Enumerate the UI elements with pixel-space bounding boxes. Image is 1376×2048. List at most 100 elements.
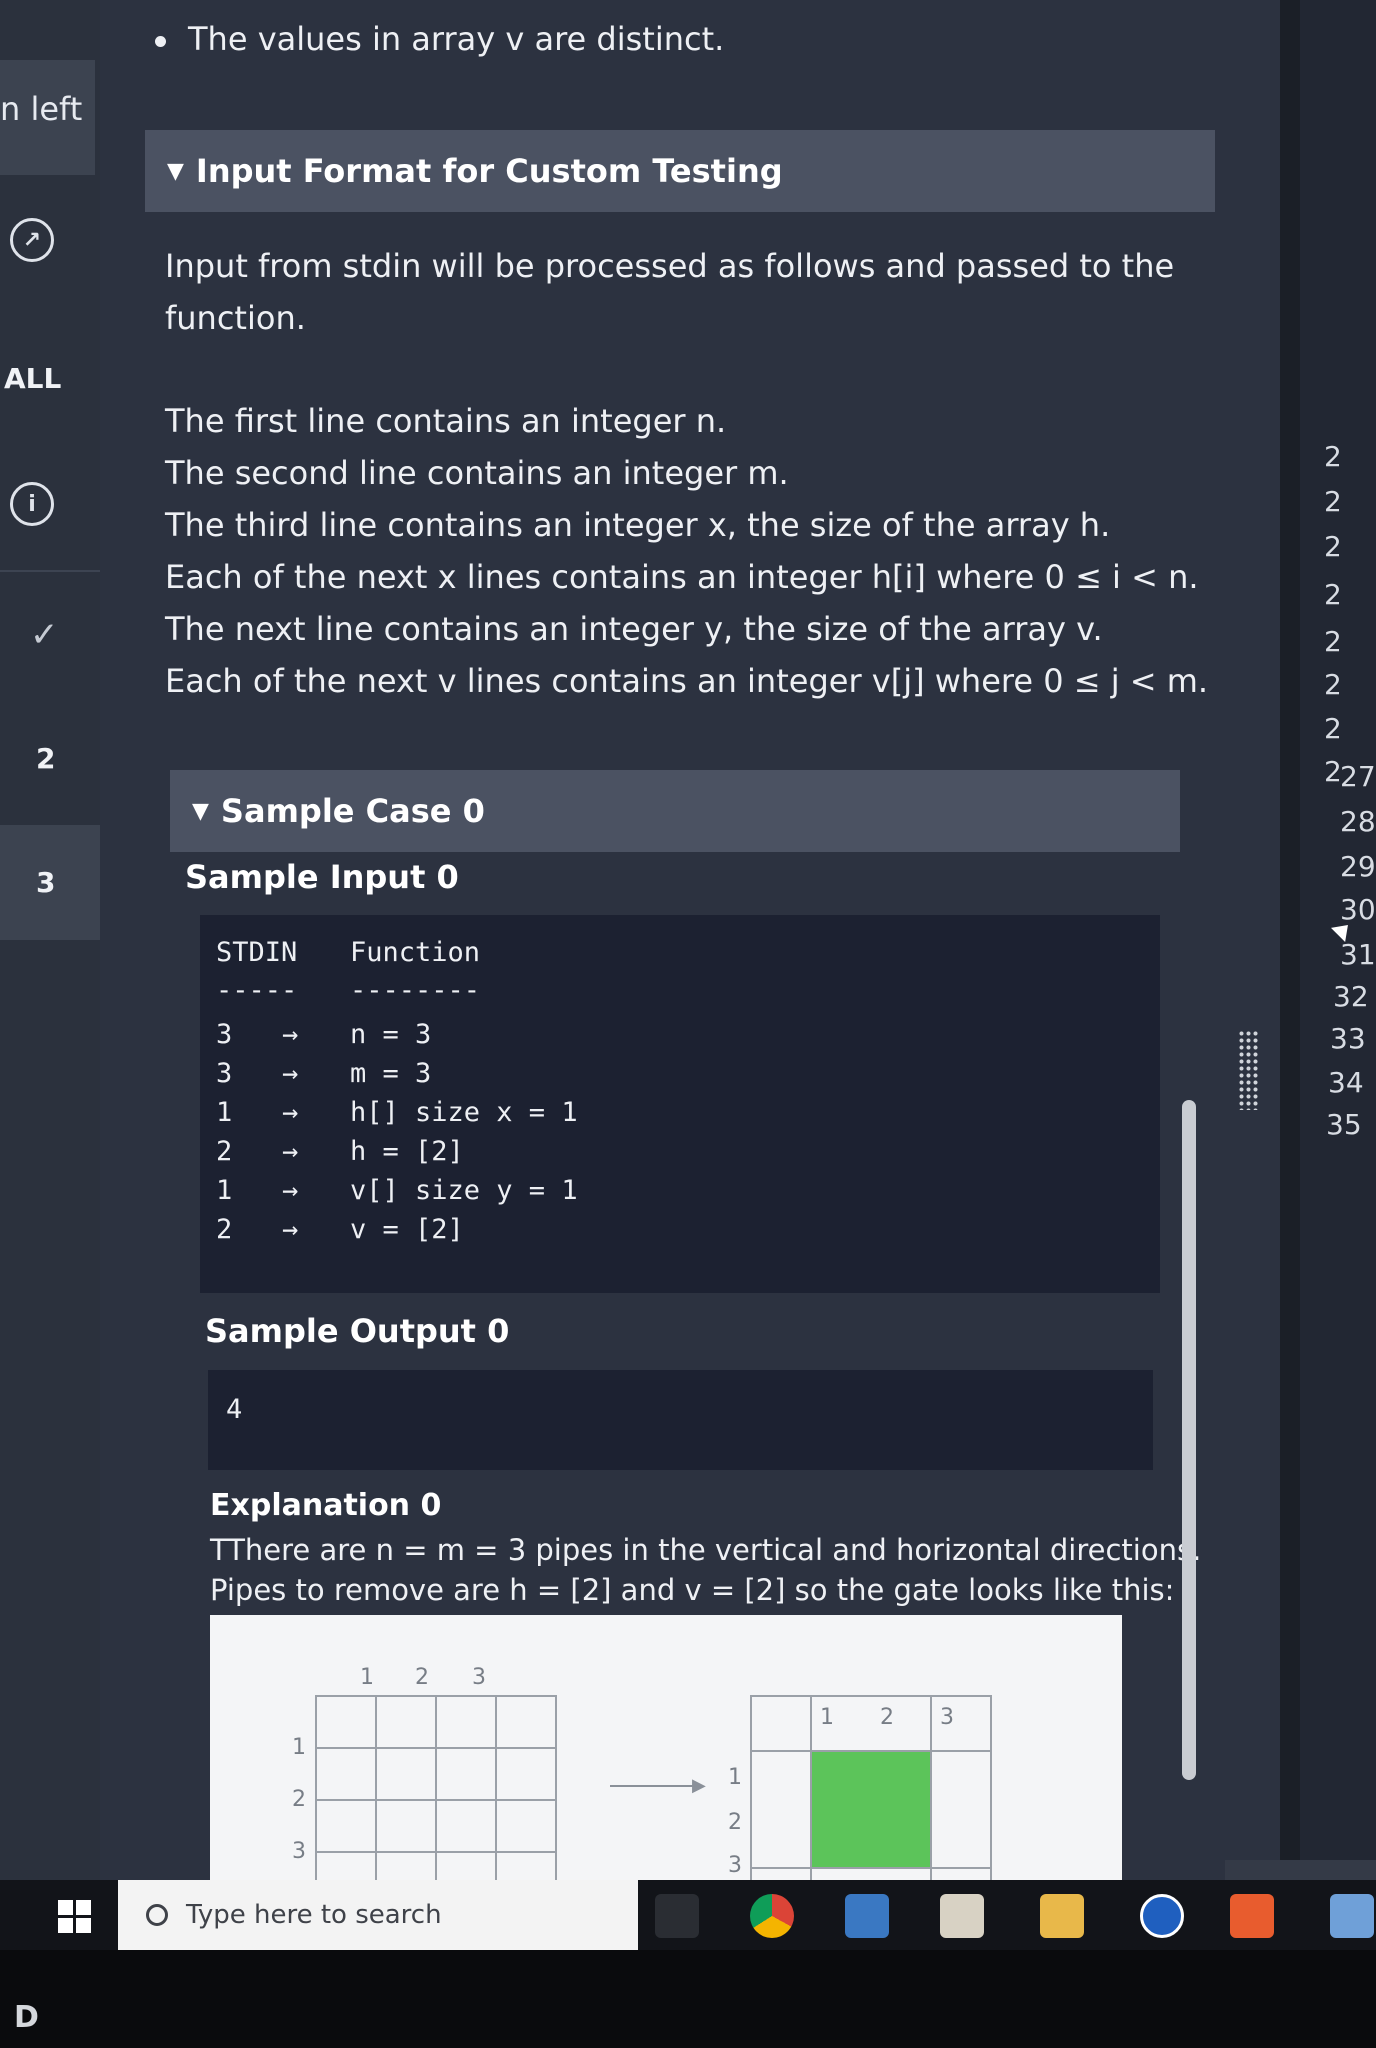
input-line-2: The second line contains an integer m. xyxy=(165,454,789,492)
input-format-header[interactable]: ▼ Input Format for Custom Testing xyxy=(145,130,1215,212)
left-sidebar: n left ↗ ALL i ✓ 2 3 xyxy=(0,0,108,1880)
line-number: 2 xyxy=(1324,530,1342,563)
line-number: 30 xyxy=(1340,893,1376,926)
table-row: 1 → v[] size y = 1 xyxy=(200,1175,1160,1213)
compass-icon[interactable]: ↗ xyxy=(10,218,54,262)
arrow-icon: → xyxy=(282,1019,299,1050)
arrow-icon: → xyxy=(282,1214,299,1245)
checkmark-icon: ✓ xyxy=(30,615,59,655)
grid-label: 2 xyxy=(292,1787,306,1812)
sample-output-code: 4 xyxy=(208,1370,1153,1470)
taskbar-search-input[interactable]: Type here to search xyxy=(118,1880,638,1950)
grid-line xyxy=(555,1695,557,1880)
line-number: 2 xyxy=(1324,625,1342,658)
input-line-5: The next line contains an integer y, the… xyxy=(165,610,1103,648)
table-row: 1 → h[] size x = 1 xyxy=(200,1097,1160,1135)
question-item-2[interactable]: 2 xyxy=(0,742,100,775)
windows-start-icon[interactable] xyxy=(58,1900,92,1934)
stdin-value: 1 xyxy=(216,1097,233,1128)
grid-label: 3 xyxy=(940,1705,954,1730)
function-value: h = [2] xyxy=(350,1136,464,1167)
collapse-triangle-icon: ▼ xyxy=(192,798,209,824)
stdin-value: 2 xyxy=(216,1136,233,1167)
monitor-bezel xyxy=(0,1950,1376,2048)
grid-line xyxy=(495,1695,497,1880)
question-item-3[interactable]: 3 xyxy=(0,866,100,899)
function-header: Function xyxy=(350,937,481,968)
line-number: 2 xyxy=(1324,668,1342,701)
constraint-bullet: The values in array v are distinct. xyxy=(155,20,724,58)
grid-line xyxy=(930,1695,932,1880)
file-explorer-icon[interactable] xyxy=(1040,1894,1084,1938)
grid-label: 1 xyxy=(360,1665,374,1690)
search-icon xyxy=(146,1904,168,1926)
function-value: m = 3 xyxy=(350,1058,432,1089)
table-row: 2 → v = [2] xyxy=(200,1214,1160,1252)
input-line-1: The first line contains an integer n. xyxy=(165,402,727,440)
grid-label: 3 xyxy=(472,1665,486,1690)
chrome-icon[interactable] xyxy=(750,1894,794,1938)
collapse-triangle-icon: ▼ xyxy=(167,158,184,184)
grid-label: 1 xyxy=(820,1705,834,1730)
resize-handle[interactable] xyxy=(1238,1030,1260,1110)
explanation-line-1: TThere are n = m = 3 pipes in the vertic… xyxy=(210,1533,1202,1567)
grid-line xyxy=(990,1695,992,1880)
arrow-icon: → xyxy=(282,1175,299,1206)
problem-scrollbar[interactable] xyxy=(1182,1100,1196,1780)
explanation-heading: Explanation 0 xyxy=(210,1488,442,1523)
grid-label: 3 xyxy=(728,1853,742,1878)
output-value: 4 xyxy=(226,1394,243,1425)
input-line-6: Each of the next v lines contains an int… xyxy=(165,662,1209,700)
store-icon[interactable] xyxy=(1230,1894,1274,1938)
stdin-value: 1 xyxy=(216,1175,233,1206)
function-value: h[] size x = 1 xyxy=(350,1097,578,1128)
line-number: 27 xyxy=(1340,760,1376,793)
stdin-value: 3 xyxy=(216,1019,233,1050)
grid-line xyxy=(375,1695,377,1880)
grid-label: 1 xyxy=(728,1765,742,1790)
stdin-header: STDIN xyxy=(216,937,298,968)
function-value: v[] size y = 1 xyxy=(350,1175,578,1206)
line-number: 28 xyxy=(1340,805,1376,838)
explanation-line-2: Pipes to remove are h = [2] and v = [2] … xyxy=(210,1573,1175,1607)
function-value: n = 3 xyxy=(350,1019,432,1050)
line-number: 2 xyxy=(1324,485,1342,518)
task-view-icon[interactable] xyxy=(655,1894,699,1938)
line-number: 35 xyxy=(1326,1108,1362,1141)
time-left-label: n left xyxy=(0,90,83,128)
arrow-head-icon: ▶ xyxy=(692,1775,706,1796)
sample-output-heading: Sample Output 0 xyxy=(205,1312,510,1350)
grid-line xyxy=(750,1695,752,1880)
network-app-icon[interactable] xyxy=(845,1894,889,1938)
input-line-4: Each of the next x lines contains an int… xyxy=(165,558,1199,596)
sample-case-header[interactable]: ▼ Sample Case 0 xyxy=(170,770,1180,852)
arrow-icon: → xyxy=(282,1097,299,1128)
line-number: 31 xyxy=(1340,938,1376,971)
line-number: 32 xyxy=(1333,980,1369,1013)
filter-all-tab[interactable]: ALL xyxy=(4,362,61,395)
info-icon[interactable]: i xyxy=(10,482,54,526)
line-number: 2 xyxy=(1324,440,1342,473)
media-player-icon[interactable] xyxy=(1140,1894,1184,1938)
line-number: 2 xyxy=(1324,578,1342,611)
input-format-intro: Input from stdin will be processed as fo… xyxy=(165,247,1175,337)
grid-line xyxy=(810,1695,812,1880)
grid-line xyxy=(750,1750,990,1752)
bullet-dot-icon xyxy=(155,35,166,47)
notepad-icon[interactable] xyxy=(940,1894,984,1938)
stdin-value: 3 xyxy=(216,1058,233,1089)
windows-taskbar: Type here to search xyxy=(0,1880,1376,1950)
dash-right: -------- xyxy=(350,975,481,1006)
line-number: 33 xyxy=(1330,1022,1366,1055)
stdin-value: 2 xyxy=(216,1214,233,1245)
line-number: 2 xyxy=(1324,712,1342,745)
monitor-brand-logo: D xyxy=(14,2000,39,2035)
sample-input-heading: Sample Input 0 xyxy=(185,858,459,896)
table-header-row: STDIN Function xyxy=(200,937,1160,975)
transform-arrow xyxy=(610,1785,700,1787)
grid-line xyxy=(750,1867,990,1869)
input-line-3: The third line contains an integer x, th… xyxy=(165,506,1111,544)
grid-line xyxy=(750,1695,990,1697)
dash-left: ----- xyxy=(216,975,298,1006)
calculator-icon[interactable] xyxy=(1330,1894,1374,1938)
